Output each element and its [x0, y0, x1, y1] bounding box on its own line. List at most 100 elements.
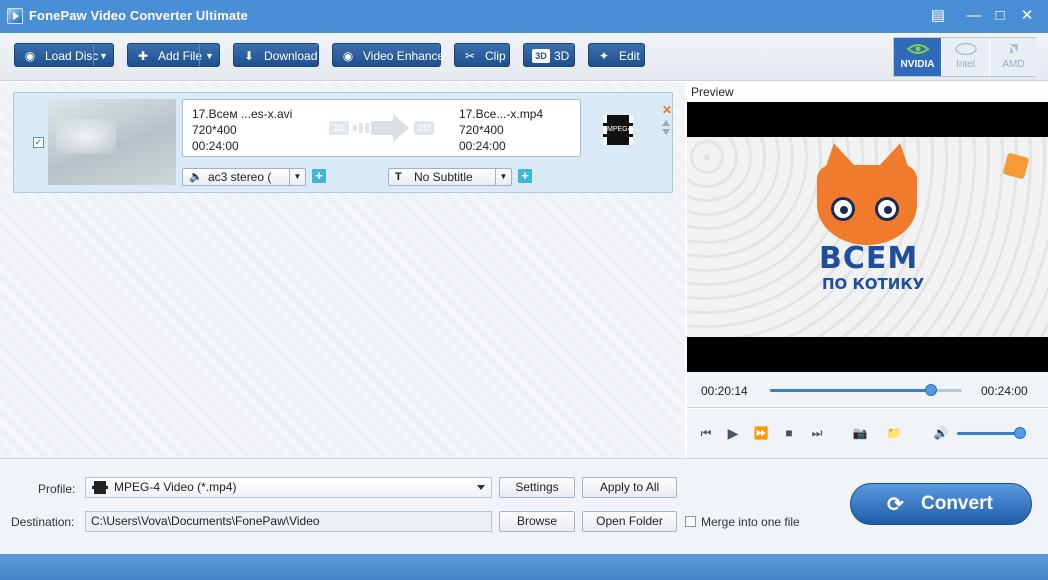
3d-label: 3D	[554, 49, 570, 63]
download-icon: ⬇	[243, 49, 255, 63]
minimize-button[interactable]: —	[962, 5, 986, 27]
add-file-label: Add File	[158, 49, 203, 63]
gpu-intel-label: Intel	[956, 59, 975, 70]
channel-badge-icon	[1002, 152, 1030, 180]
load-disc-label: Load Disc	[45, 49, 99, 63]
chevron-down-icon: ▼	[495, 169, 511, 185]
gpu-acceleration-group: NVIDIA Intel AMD	[893, 37, 1037, 77]
load-disc-button[interactable]: ◉ Load Disc ▼	[14, 43, 114, 67]
maximize-button[interactable]: □	[988, 5, 1012, 27]
intel-logo-icon	[954, 42, 977, 56]
skip-start-icon[interactable]: ⏮	[697, 425, 715, 441]
add-file-button[interactable]: ✚ Add File ▼	[127, 43, 220, 67]
add-file-dropdown-icon[interactable]: ▼	[199, 44, 219, 66]
gpu-nvidia-toggle[interactable]: NVIDIA	[894, 38, 941, 76]
seek-progress	[770, 389, 932, 392]
text-icon: T	[395, 171, 402, 183]
refresh-icon: ⟳	[887, 494, 904, 516]
profile-label: Profile:	[38, 482, 76, 496]
open-folder-button[interactable]: Open Folder	[582, 511, 677, 532]
seek-knob[interactable]	[925, 384, 938, 396]
camera-snapshot-icon[interactable]: 📷	[851, 425, 869, 441]
move-up-icon[interactable]	[662, 120, 670, 126]
toolbar: ◉ Load Disc ▼ ✚ Add File ▼ ⬇ Download ◉ …	[0, 33, 1048, 81]
destination-field[interactable]: C:\Users\Vova\Documents\FonePaw\Video	[85, 511, 492, 532]
file-info-panel: 17.Всем ...es-x.avi 720*400 00:24:00 2D …	[182, 99, 581, 157]
profile-select[interactable]: MPEG-4 Video (*.mp4)	[85, 477, 492, 498]
seek-slider[interactable]	[770, 384, 962, 396]
add-audio-track-button[interactable]: +	[312, 169, 326, 183]
play-icon[interactable]: ▶	[724, 425, 742, 441]
output-settings-panel: Profile: MPEG-4 Video (*.mp4) Settings A…	[0, 458, 1048, 554]
preview-frame: ВСЕМ ПО КОТИКУ	[687, 137, 1048, 337]
download-button[interactable]: ⬇ Download	[233, 43, 319, 67]
3d-button[interactable]: 3D 3D	[523, 43, 575, 67]
edit-button[interactable]: ✦ Edit	[588, 43, 645, 67]
magic-wand-icon: ✦	[598, 49, 610, 63]
file-item-row[interactable]: ✓ 17.Всем ...es-x.avi 720*400 00:24:00 2…	[13, 92, 673, 193]
load-disc-dropdown-icon[interactable]: ▼	[93, 44, 113, 66]
remove-item-icon[interactable]: ✕	[662, 104, 672, 116]
move-down-icon[interactable]	[662, 129, 670, 135]
status-bar	[0, 554, 1048, 580]
output-filename[interactable]: 17.Все...-x.mp4	[459, 107, 543, 121]
folder-icon[interactable]: 📁	[885, 425, 903, 441]
convert-arrow-icon	[353, 114, 409, 142]
convert-button[interactable]: ⟳ Convert	[850, 483, 1032, 525]
merge-label: Merge into one file	[701, 515, 800, 529]
edit-label: Edit	[619, 49, 640, 63]
chevron-down-icon	[477, 485, 485, 490]
fast-forward-icon[interactable]: ⏩	[752, 425, 770, 441]
volume-slider[interactable]	[957, 427, 1026, 439]
subtitle-select[interactable]: T No Subtitle ▼	[388, 168, 512, 186]
video-preview[interactable]: ВСЕМ ПО КОТИКУ	[687, 102, 1048, 372]
nvidia-logo-icon	[905, 44, 930, 54]
stop-icon[interactable]: ■	[780, 425, 798, 441]
apply-to-all-button[interactable]: Apply to All	[582, 477, 677, 498]
settings-button[interactable]: Settings	[499, 477, 575, 498]
file-list: ✓ 17.Всем ...es-x.avi 720*400 00:24:00 2…	[0, 82, 685, 458]
amd-logo-icon	[1009, 44, 1018, 54]
palette-icon: ◉	[342, 49, 354, 63]
browse-button[interactable]: Browse	[499, 511, 575, 532]
speaker-icon: 🔈	[189, 171, 203, 183]
subtitle-value: No Subtitle	[414, 170, 473, 184]
video-enhance-button[interactable]: ◉ Video Enhance	[332, 43, 444, 67]
gpu-nvidia-label: NVIDIA	[900, 59, 935, 70]
cat-mascot-image	[817, 165, 917, 245]
volume-knob[interactable]	[1013, 427, 1026, 439]
audio-track-select[interactable]: 🔈 ac3 stereo ( ▼	[182, 168, 306, 186]
file-item-checkbox[interactable]: ✓	[33, 137, 44, 148]
gpu-amd-label: AMD	[1002, 59, 1025, 70]
preview-logo-line2: ПО КОТИКУ	[822, 275, 925, 293]
volume-icon[interactable]: 🔊	[932, 425, 950, 441]
profile-value: MPEG-4 Video (*.mp4)	[114, 480, 237, 494]
source-duration: 00:24:00	[192, 139, 239, 153]
mpeg4-format-icon[interactable]: MPEG4	[603, 115, 633, 145]
output-2d-badge: 2D	[414, 121, 434, 135]
feedback-icon[interactable]: ▤	[926, 5, 950, 27]
gpu-amd-toggle[interactable]: AMD	[990, 38, 1037, 76]
output-duration: 00:24:00	[459, 139, 506, 153]
source-2d-badge: 2D	[329, 121, 349, 135]
close-button[interactable]: ✕	[1015, 5, 1039, 27]
download-label: Download	[264, 49, 318, 63]
app-logo-icon	[7, 8, 23, 24]
add-subtitle-button[interactable]: +	[518, 169, 532, 183]
destination-label: Destination:	[11, 515, 75, 529]
output-resolution: 720*400	[459, 123, 504, 137]
clip-button[interactable]: ✂ Clip	[454, 43, 510, 67]
preview-label: Preview	[691, 85, 734, 99]
preview-logo-line1: ВСЕМ	[819, 241, 919, 276]
skip-end-icon[interactable]: ⏭	[808, 425, 826, 441]
cat-eye-right	[875, 197, 899, 221]
add-file-icon: ✚	[137, 49, 149, 63]
video-thumbnail[interactable]	[48, 99, 176, 185]
gpu-intel-toggle[interactable]: Intel	[942, 38, 989, 76]
convert-label: Convert	[921, 493, 993, 514]
3d-icon: 3D	[532, 49, 550, 63]
merge-checkbox[interactable]	[685, 516, 696, 527]
audio-track-value: ac3 stereo (	[208, 170, 272, 184]
chevron-down-icon: ▼	[289, 169, 305, 185]
disc-icon: ◉	[24, 49, 36, 63]
